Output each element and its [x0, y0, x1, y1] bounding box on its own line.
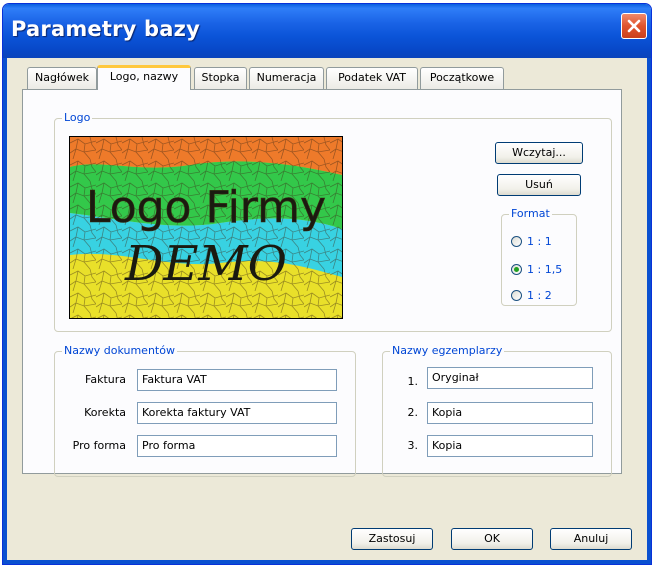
format-option-label: 1 : 1: [527, 234, 552, 248]
copy-2-label: 2.: [407, 406, 419, 419]
document-names-group-label: Nazwy dokumentów: [62, 344, 177, 358]
window-title: Parametry bazy: [11, 17, 200, 41]
correction-label: Korekta: [84, 406, 126, 419]
format-option-label: 1 : 1,5: [527, 262, 563, 276]
proforma-name-field[interactable]: Pro forma: [137, 435, 337, 457]
format-option-label: 1 : 2: [527, 288, 552, 302]
invoice-name-field[interactable]: Faktura VAT: [137, 369, 337, 391]
proforma-label: Pro forma: [72, 439, 126, 452]
invoice-label: Faktura: [85, 373, 126, 386]
remove-logo-button[interactable]: Usuń: [497, 174, 581, 196]
radio-icon[interactable]: [511, 289, 522, 301]
radio-selected-icon[interactable]: [511, 263, 522, 275]
window-frame-bottom: [3, 560, 651, 564]
ok-button[interactable]: OK: [451, 528, 533, 550]
close-button[interactable]: [621, 13, 647, 39]
apply-button[interactable]: Zastosuj: [351, 528, 433, 550]
format-option-1-1[interactable]: 1 : 1: [511, 233, 552, 249]
tab-poczatkowe[interactable]: Początkowe: [420, 67, 504, 89]
logo-group-label: Logo: [62, 111, 93, 125]
logo-texture-graphic: Logo Firmy DEMO: [70, 137, 342, 318]
tab-naglowek[interactable]: Nagłówek: [27, 67, 97, 89]
title-bar[interactable]: Parametry bazy: [3, 4, 651, 58]
tab-podatek-vat[interactable]: Podatek VAT: [326, 67, 418, 89]
copy-1-label: 1.: [407, 375, 419, 388]
window-frame-left: [3, 58, 7, 564]
radio-icon[interactable]: [511, 235, 522, 247]
tab-logo-nazwy[interactable]: Logo, nazwy: [97, 65, 191, 90]
copy-2-name-field[interactable]: Kopia: [427, 402, 593, 424]
logo-preview-image: Logo Firmy DEMO: [69, 136, 343, 319]
logo-text-line2: DEMO: [124, 236, 287, 292]
load-logo-button[interactable]: Wczytaj...: [495, 142, 583, 164]
window-frame-right: [647, 58, 651, 564]
copy-3-name-field[interactable]: Kopia: [427, 435, 593, 457]
correction-name-field[interactable]: Korekta faktury VAT: [137, 402, 337, 424]
format-option-1-1-5[interactable]: 1 : 1,5: [511, 261, 562, 277]
cancel-button[interactable]: Anuluj: [550, 528, 632, 550]
tab-stopka[interactable]: Stopka: [194, 67, 247, 89]
close-icon: [627, 19, 641, 33]
copy-names-group-label: Nazwy egzemplarzy: [390, 344, 505, 358]
copy-3-label: 3.: [407, 439, 419, 452]
tab-numeracja[interactable]: Numeracja: [249, 67, 324, 89]
copy-1-name-field[interactable]: Oryginał: [427, 367, 593, 389]
format-option-1-2[interactable]: 1 : 2: [511, 287, 552, 303]
logo-text-line1: Logo Firmy: [86, 182, 326, 233]
format-group-label: Format: [509, 207, 552, 221]
